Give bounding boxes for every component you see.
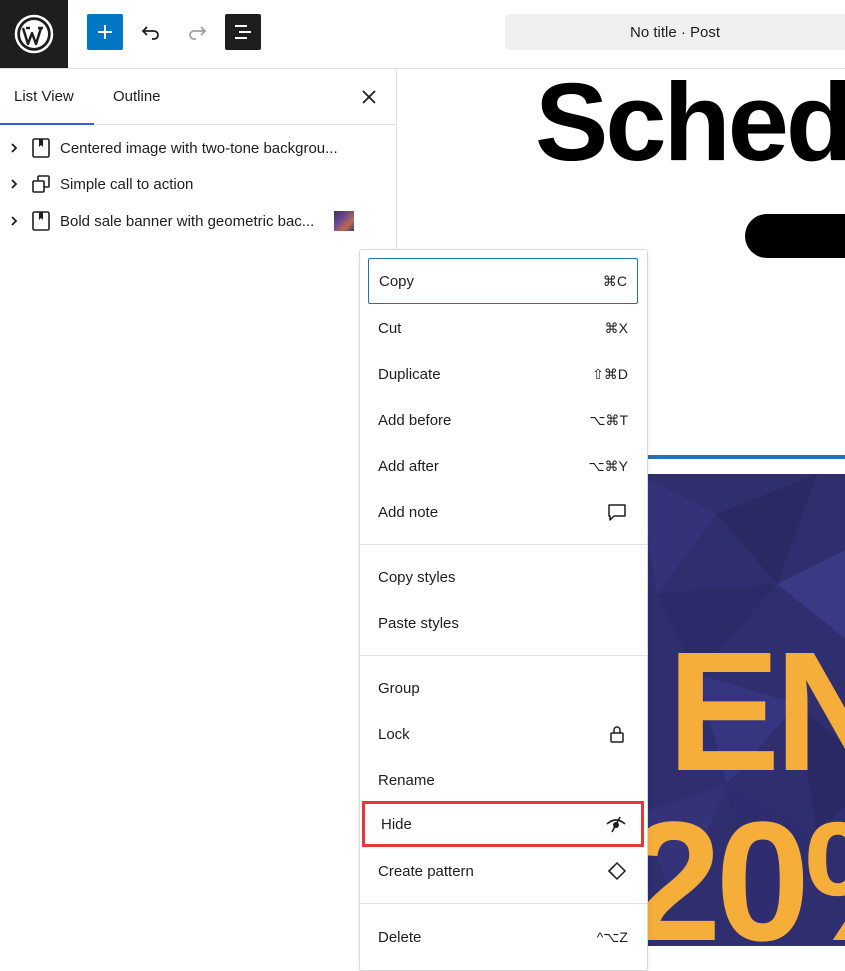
- lock-icon: [610, 726, 624, 743]
- undo-icon: [141, 26, 159, 40]
- eye-hidden-icon: [606, 816, 626, 833]
- menu-item-label: Rename: [378, 771, 435, 789]
- document-title-bar[interactable]: No title · Post: [505, 14, 845, 50]
- menu-item-create-pattern[interactable]: Create pattern: [368, 848, 638, 894]
- tab-outline[interactable]: Outline: [113, 69, 161, 124]
- menu-item-paste-styles[interactable]: Paste styles: [368, 600, 638, 646]
- redo-button[interactable]: [179, 14, 215, 50]
- chevron-right-icon[interactable]: [6, 140, 22, 156]
- menu-item-add-before[interactable]: Add before ⌥⌘T: [368, 397, 638, 443]
- redo-icon: [189, 26, 207, 40]
- menu-item-label: Create pattern: [378, 862, 474, 880]
- menu-item-label: Add after: [378, 457, 439, 475]
- list-item[interactable]: Simple call to action: [0, 166, 396, 202]
- menu-item-delete[interactable]: Delete ^⌥Z: [368, 914, 638, 960]
- wordpress-icon: [14, 14, 54, 54]
- add-block-button[interactable]: [87, 14, 123, 50]
- banner-discount: 20%: [637, 787, 845, 946]
- menu-item-label: Hide: [381, 815, 412, 833]
- bookmark-icon: [32, 211, 50, 231]
- block-thumbnail: [334, 211, 354, 231]
- menu-divider: [360, 544, 647, 545]
- sidebar-tabs: List View Outline: [0, 69, 396, 125]
- plus-icon: [98, 25, 112, 39]
- comment-icon: [608, 504, 626, 521]
- shortcut-label: ⇧⌘D: [592, 365, 628, 382]
- list-item-label: Centered image with two-tone backgrou...: [60, 139, 338, 157]
- menu-item-label: Duplicate: [378, 365, 441, 383]
- document-overview-button[interactable]: [225, 14, 261, 50]
- menu-item-cut[interactable]: Cut ⌘X: [368, 305, 638, 351]
- menu-item-label: Copy styles: [378, 568, 456, 586]
- list-item[interactable]: Centered image with two-tone backgrou...: [0, 130, 396, 166]
- menu-item-rename[interactable]: Rename: [368, 757, 638, 803]
- shortcut-label: ⌘X: [604, 319, 628, 336]
- menu-item-label: Group: [378, 679, 420, 697]
- menu-item-label: Cut: [378, 319, 402, 337]
- menu-item-label: Add before: [378, 411, 452, 429]
- menu-item-label: Add note: [378, 503, 439, 521]
- menu-item-duplicate[interactable]: Duplicate ⇧⌘D: [368, 351, 638, 397]
- cta-button-block[interactable]: [745, 214, 845, 258]
- menu-item-lock[interactable]: Lock: [368, 711, 638, 757]
- list-view-sidebar: List View Outline Centered image with tw…: [0, 69, 397, 946]
- bookmark-icon: [32, 138, 50, 158]
- list-item-label: Simple call to action: [60, 175, 194, 193]
- menu-item-copy[interactable]: Copy ⌘C: [368, 258, 638, 304]
- pattern-icon: [607, 861, 627, 881]
- menu-item-label: Delete: [378, 928, 422, 946]
- shortcut-label: ⌘C: [602, 272, 627, 289]
- block-options-menu: Copy ⌘C Cut ⌘X Duplicate ⇧⌘D Add before …: [359, 249, 648, 971]
- menu-item-label: Copy: [379, 272, 415, 290]
- chevron-right-icon[interactable]: [6, 176, 22, 192]
- post-heading[interactable]: Sched: [535, 69, 845, 186]
- menu-item-hide[interactable]: Hide: [362, 801, 644, 847]
- menu-divider: [360, 903, 647, 904]
- menu-item-add-note[interactable]: Add note: [368, 489, 638, 535]
- shortcut-label: ⌥⌘Y: [588, 457, 628, 474]
- list-item-label: Bold sale banner with geometric bac...: [60, 212, 315, 230]
- editor-toolbar: No title · Post: [0, 0, 845, 69]
- shortcut-label: ⌥⌘T: [589, 411, 628, 428]
- list-item[interactable]: Bold sale banner with geometric bac...: [0, 203, 396, 239]
- menu-item-label: Paste styles: [378, 614, 459, 632]
- active-tab-indicator: [0, 123, 94, 125]
- undo-button[interactable]: [133, 14, 169, 50]
- menu-item-copy-styles[interactable]: Copy styles: [368, 554, 638, 600]
- tab-list-view[interactable]: List View: [14, 69, 74, 124]
- menu-divider: [360, 655, 647, 656]
- menu-item-add-after[interactable]: Add after ⌥⌘Y: [368, 443, 638, 489]
- menu-item-group[interactable]: Group: [368, 665, 638, 711]
- shortcut-label: ^⌥Z: [596, 928, 628, 945]
- menu-item-label: Lock: [378, 725, 410, 743]
- duplicate-icon: [32, 175, 50, 193]
- wordpress-logo-button[interactable]: [0, 0, 68, 68]
- close-icon[interactable]: [358, 86, 380, 108]
- sale-banner-block[interactable]: EN 20%: [637, 474, 845, 946]
- banner-headline: EN: [667, 617, 845, 807]
- chevron-right-icon[interactable]: [6, 213, 22, 229]
- list-view-icon: [235, 25, 251, 39]
